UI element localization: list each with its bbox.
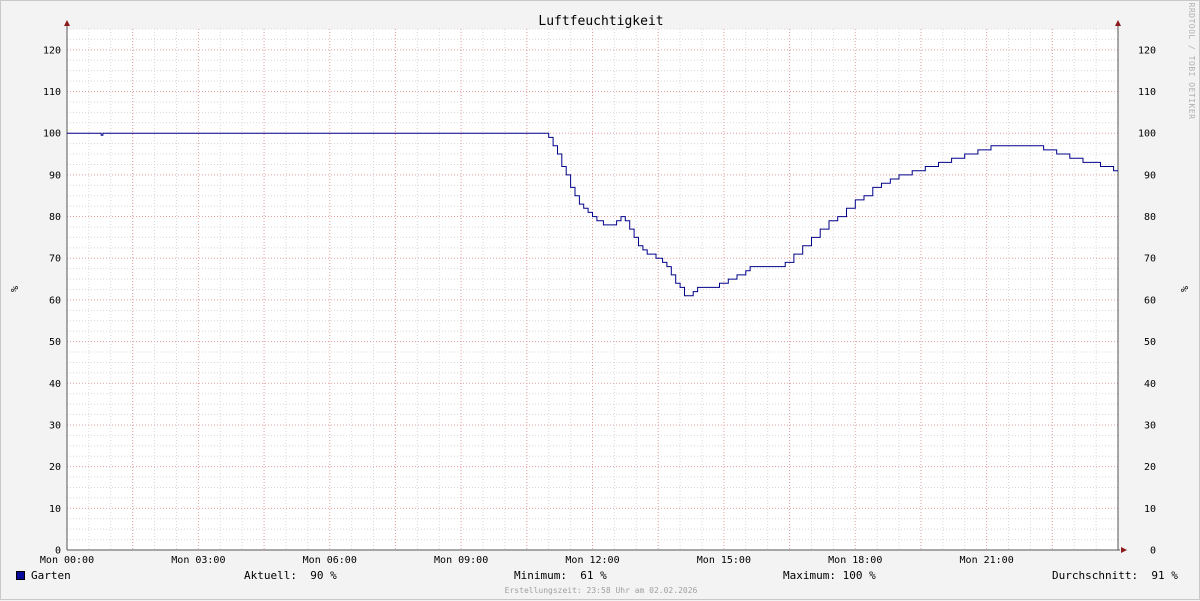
x-tick-label: Mon 12:00 [565,555,619,566]
y-tick-label-right: 40 [1144,379,1156,390]
x-tick-label: Mon 09:00 [434,555,488,566]
chart-frame: Luftfeuchtigkeit % % RRDTOOL / TOBI OETI… [0,0,1200,600]
x-tick-label: Mon 06:00 [303,555,357,566]
y-tick-label-left: 10 [49,504,61,515]
y-tick-label-right: 60 [1144,295,1156,306]
x-tick-label: Mon 03:00 [171,555,225,566]
y-tick-label-right: 80 [1144,212,1156,223]
y-axis-unit-right: % [1178,286,1189,292]
y-tick-label-left: 50 [49,337,61,348]
footer-timestamp: Erstellungszeit: 23:58 Uhr am 02.02.2026 [504,586,698,595]
y-tick-label-left: 120 [43,45,61,56]
y-tick-label-left: 100 [43,129,61,140]
y-tick-label-right: 70 [1144,254,1156,265]
y-tick-label-left: 60 [49,295,61,306]
y-tick-label-left: 80 [49,212,61,223]
x-tick-label: Mon 15:00 [697,555,751,566]
y-tick-label-right: 120 [1138,45,1156,56]
watermark: RRDTOOL / TOBI OETIKER [1187,3,1196,120]
y-tick-label-right: 50 [1144,337,1156,348]
y-axis-arrow-right [1115,20,1121,26]
y-tick-label-left: 110 [43,87,61,98]
y-tick-label-right: 90 [1144,170,1156,181]
legend-swatch [16,571,25,580]
y-tick-label-right: 20 [1144,462,1156,473]
legend-minimum: Minimum: 61 % [514,569,607,582]
plot-area: 0 010 1020 2030 3040 4050 5060 6070 7080 8090 9010… [40,20,1156,566]
y-tick-label-right: 30 [1144,420,1156,431]
legend-maximum: Maximum: 100 % [783,569,876,582]
x-tick-label: Mon 18:00 [828,555,882,566]
y-tick-label-left: 90 [49,170,61,181]
legend-average: Durchschnitt: 91 % [1052,569,1178,582]
y-tick-label-left: 20 [49,462,61,473]
chart-title: Luftfeuchtigkeit [538,14,663,29]
x-tick-label: Mon 21:00 [960,555,1014,566]
legend-series-name: Garten [31,569,71,582]
y-tick-label-right: 100 [1138,129,1156,140]
x-tick-label: Mon 00:00 [40,555,94,566]
y-tick-label-right: 10 [1144,504,1156,515]
y-tick-label-left: 70 [49,254,61,265]
y-tick-label-left: 30 [49,420,61,431]
y-axis-arrow-left [64,20,70,26]
y-tick-label-right: 110 [1138,87,1156,98]
y-tick-label-left: 40 [49,379,61,390]
legend-current: Aktuell: 90 % [244,569,337,582]
x-axis-arrow [1121,547,1127,553]
y-tick-label-right: 0 [1150,546,1156,557]
y-axis-unit-left: % [8,286,19,292]
chart-svg: Luftfeuchtigkeit % % RRDTOOL / TOBI OETI… [8,3,1196,566]
